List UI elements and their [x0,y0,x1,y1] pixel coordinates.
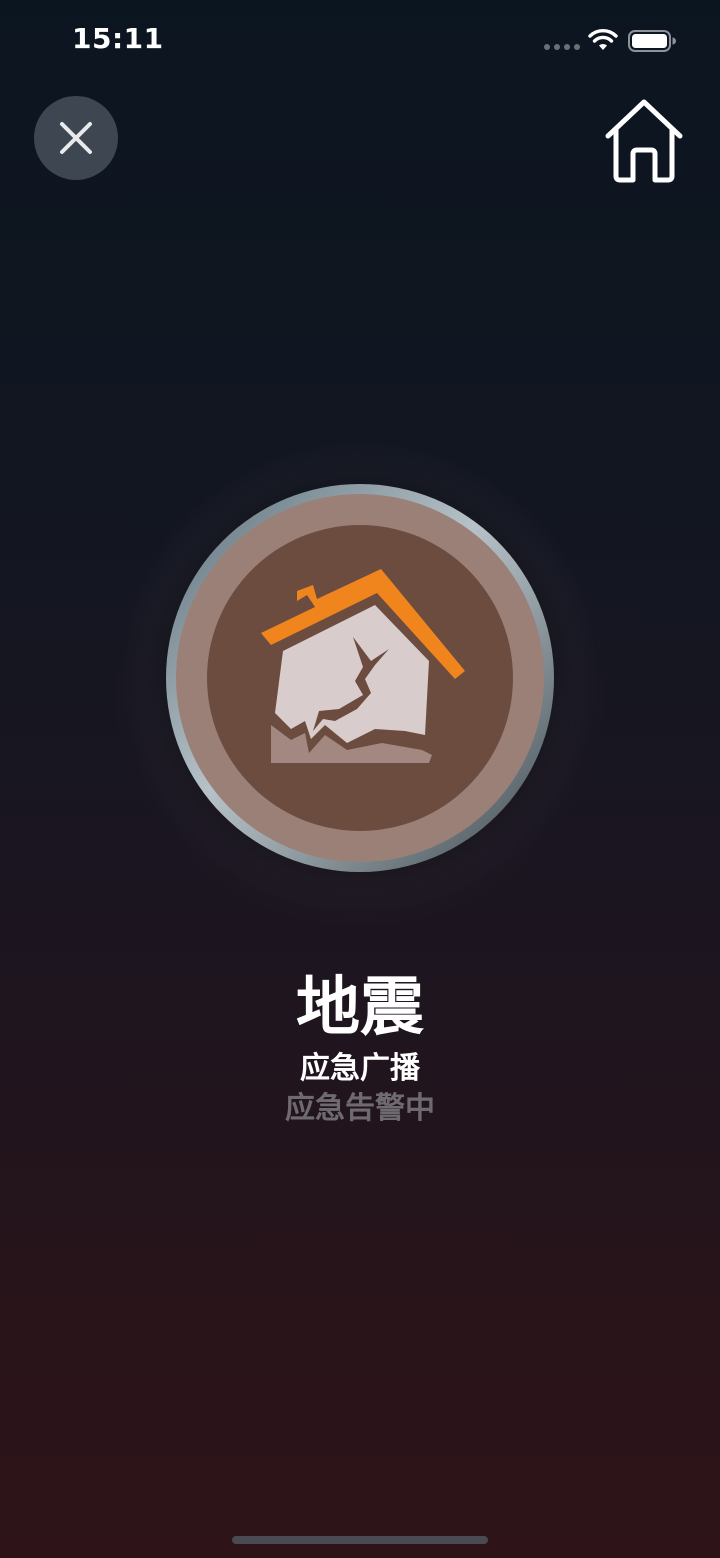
alert-subtitle: 应急广播 [300,1051,420,1086]
earthquake-house-icon [261,569,465,763]
badge-ring [176,494,544,862]
home-button[interactable] [598,94,690,186]
badge-core [207,525,513,831]
home-icon [605,99,683,183]
home-indicator[interactable] [232,1536,488,1544]
close-button[interactable] [34,96,118,180]
close-icon [60,122,92,154]
earthquake-alert-badge [166,484,554,872]
alert-status: 应急告警中 [285,1091,435,1126]
alert-title: 地震 [296,971,424,1045]
status-bar: 15:11 [0,0,720,82]
battery-icon [628,30,676,52]
status-time: 15:11 [72,22,164,55]
cellular-signal-icon [544,44,580,50]
wifi-icon [588,29,618,50]
